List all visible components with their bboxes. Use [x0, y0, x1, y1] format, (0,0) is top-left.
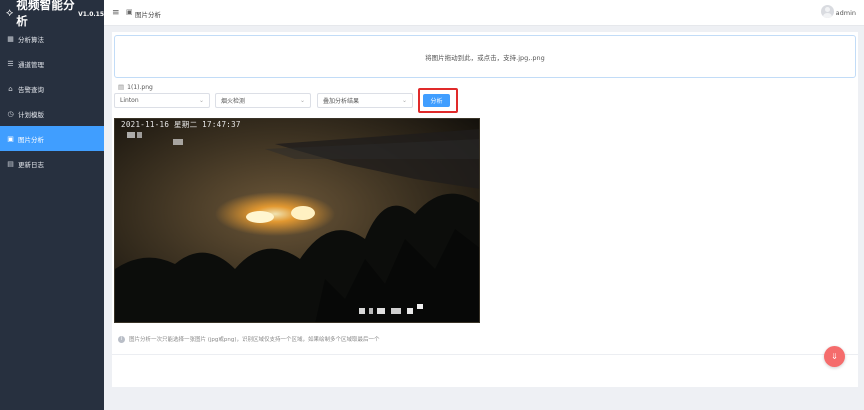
sidebar-item-label: 分析算法	[18, 35, 44, 44]
divider	[112, 354, 858, 355]
sidebar-nav: ▦ 分析算法 ☰ 通道管理 ⌂ 告警查询 ◷ 计划模版 ▣ 图片分析 ▤ 更新日…	[0, 26, 104, 176]
image-icon: ▣	[7, 134, 14, 143]
file-name: 1(1).png	[127, 83, 153, 91]
file-icon: ▤	[118, 83, 125, 91]
fire-scene-image	[115, 119, 479, 322]
info-icon: i	[118, 335, 125, 343]
algorithm-select-value: 烟火检测	[221, 98, 246, 105]
mode-select[interactable]: 叠加分析结果 ⌄	[317, 93, 413, 108]
sidebar-item-label: 更新日志	[18, 160, 44, 169]
home-icon: ⌂	[8, 84, 13, 93]
image-timestamp: 2021-11-16 星期二 17:47:37	[121, 120, 241, 129]
clock-icon: ◷	[7, 109, 14, 118]
usage-hint: i 图片分析一次只能选择一张图片 (jpg或png)，识别区域仅支持一个区域，如…	[118, 335, 380, 343]
brand: ⟡ 视频智能分析 V1.0.15	[0, 0, 104, 28]
chevron-down-icon: ⌄	[299, 97, 305, 104]
analyze-button[interactable]: 分析	[423, 94, 450, 107]
algorithm-select[interactable]: 烟火检测 ⌄	[215, 93, 311, 108]
grid-icon: ▦	[7, 34, 14, 43]
document-icon: ▤	[7, 159, 14, 168]
chevron-down-icon: ⌄	[401, 97, 407, 104]
list-icon: ☰	[7, 59, 14, 68]
hamburger-icon[interactable]: ≡	[112, 8, 120, 18]
top-header: ≡ ▣ 图片分析 admin	[104, 0, 864, 26]
sidebar-item-channels[interactable]: ☰ 通道管理	[0, 51, 104, 76]
model-select-value: Linton	[120, 97, 139, 104]
sidebar-item-plans[interactable]: ◷ 计划模版	[0, 101, 104, 126]
breadcrumb: 图片分析	[135, 11, 161, 19]
app-version: V1.0.15	[78, 11, 104, 18]
image-icon: ▣	[126, 8, 133, 16]
pulse-logo-icon: ⟡	[6, 6, 14, 19]
file-name-row: ▤ 1(1).png	[118, 83, 153, 91]
app-title: 视频智能分析	[16, 0, 75, 28]
sidebar-item-label: 告警查询	[18, 85, 44, 94]
sidebar-item-changelog[interactable]: ▤ 更新日志	[0, 151, 104, 176]
usage-hint-text: 图片分析一次只能选择一张图片 (jpg或png)，识别区域仅支持一个区域，如果绘…	[129, 337, 380, 343]
avatar[interactable]	[821, 5, 834, 18]
sidebar-item-algorithms[interactable]: ▦ 分析算法	[0, 26, 104, 51]
sidebar-item-label: 计划模版	[18, 110, 44, 119]
sidebar-item-image-analysis[interactable]: ▣ 图片分析	[0, 126, 104, 151]
username[interactable]: admin	[836, 9, 856, 17]
sidebar-item-label: 通道管理	[18, 60, 44, 69]
sidebar: ⟡ 视频智能分析 V1.0.15 ▦ 分析算法 ☰ 通道管理 ⌂ 告警查询 ◷ …	[0, 0, 104, 410]
sidebar-item-label: 图片分析	[18, 135, 44, 144]
analysis-image: 2021-11-16 星期二 17:47:37	[114, 118, 480, 323]
chevron-down-icon: ⌄	[198, 97, 204, 104]
download-icon: ⇓	[831, 352, 838, 361]
upload-hint-text: 将图片拖动到此，或点击，支持.jpg,.png	[425, 53, 545, 62]
mode-select-value: 叠加分析结果	[323, 98, 360, 105]
sidebar-item-alarms[interactable]: ⌂ 告警查询	[0, 76, 104, 101]
model-select[interactable]: Linton ⌄	[114, 93, 210, 108]
analyze-highlight: 分析	[418, 88, 458, 113]
floating-action-button[interactable]: ⇓	[824, 346, 845, 367]
upload-dropzone[interactable]: 将图片拖动到此，或点击，支持.jpg,.png	[114, 35, 856, 78]
main-content: 将图片拖动到此，或点击，支持.jpg,.png ▤ 1(1).png Linto…	[112, 32, 858, 387]
